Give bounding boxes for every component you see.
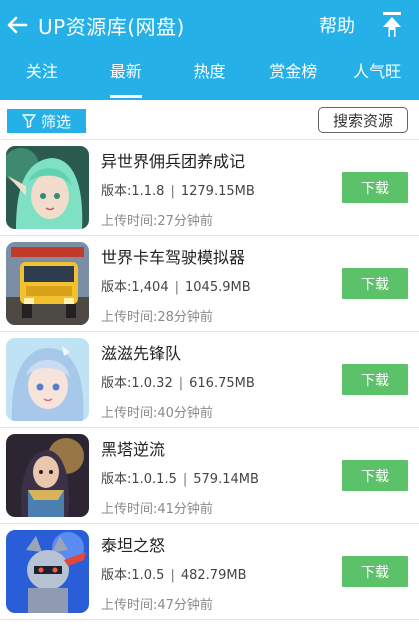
download-button[interactable]: 下载 <box>342 460 408 491</box>
back-arrow-icon[interactable] <box>2 10 32 40</box>
item-upload-time: 上传时间:40分钟前 <box>101 406 213 421</box>
item-meta: 版本:1.0.1.5 | 579.14MB <box>101 472 259 487</box>
item-meta: 版本:1.1.8 | 1279.15MB <box>101 184 255 199</box>
item-version: 版本:1,404 <box>101 280 169 295</box>
download-button[interactable]: 下载 <box>342 556 408 587</box>
item-name: 世界卡车驾驶模拟器 <box>101 248 246 267</box>
filter-bar: 筛选 搜索资源 <box>0 100 419 140</box>
app-header: UP资源库(网盘) 帮助 关注 最新 热度 赏金榜 人气旺 <box>0 0 419 100</box>
tab-label: 最新 <box>109 62 142 81</box>
item-name: 黑塔逆流 <box>101 440 166 459</box>
item-meta: 版本:1.0.32 | 616.75MB <box>101 376 255 391</box>
download-button[interactable]: 下载 <box>342 268 408 299</box>
truck-icon <box>6 242 89 325</box>
item-size: 579.14MB <box>193 472 259 487</box>
item-version: 版本:1.0.5 <box>101 568 165 583</box>
filter-button[interactable]: 筛选 <box>7 109 86 133</box>
tab-popular[interactable]: 人气旺 <box>335 50 419 100</box>
tab-latest[interactable]: 最新 <box>84 50 168 100</box>
tab-bounty[interactable]: 赏金榜 <box>251 50 335 100</box>
list-item[interactable]: 世界卡车驾驶模拟器 版本:1,404 | 1045.9MB 上传时间:28分钟前 下… <box>0 236 419 332</box>
armored-knight-icon <box>6 530 89 613</box>
tab-label: 人气旺 <box>353 62 402 81</box>
tab-follow[interactable]: 关注 <box>0 50 84 100</box>
item-version: 版本:1.1.8 <box>101 184 165 199</box>
item-meta: 版本:1,404 | 1045.9MB <box>101 280 251 295</box>
item-size: 482.79MB <box>180 568 247 583</box>
search-resource-button[interactable]: 搜索资源 <box>318 107 408 133</box>
list-item[interactable]: 泰坦之怒 版本:1.0.5 | 482.79MB 上传时间:47分钟前 下载 <box>0 524 419 620</box>
tab-label: 热度 <box>193 62 226 81</box>
item-size: 1045.9MB <box>185 280 251 295</box>
tab-bar: 关注 最新 热度 赏金榜 人气旺 <box>0 50 419 100</box>
filter-label: 筛选 <box>40 112 71 131</box>
item-size: 616.75MB <box>189 376 255 391</box>
funnel-icon <box>22 114 36 128</box>
item-version: 版本:1.0.32 <box>101 376 173 391</box>
list-item[interactable]: 滋滋先锋队 版本:1.0.32 | 616.75MB 上传时间:40分钟前 下载 <box>0 332 419 428</box>
item-upload-time: 上传时间:28分钟前 <box>101 310 213 325</box>
tab-label: 关注 <box>25 62 58 81</box>
dark-heroine-icon <box>6 434 89 517</box>
page-title: UP资源库(网盘) <box>38 14 185 39</box>
item-name: 滋滋先锋队 <box>101 344 182 363</box>
active-tab-indicator <box>109 95 142 98</box>
item-upload-time: 上传时间:47分钟前 <box>101 598 213 613</box>
anime-elf-icon <box>6 146 89 229</box>
item-size: 1279.15MB <box>180 184 255 199</box>
list-item[interactable]: 黑塔逆流 版本:1.0.1.5 | 579.14MB 上传时间:41分钟前 下载 <box>0 428 419 524</box>
item-name: 泰坦之怒 <box>101 536 166 555</box>
download-button[interactable]: 下载 <box>342 364 408 395</box>
anime-girl-icon <box>6 338 89 421</box>
item-upload-time: 上传时间:41分钟前 <box>101 502 213 517</box>
item-meta: 版本:1.0.5 | 482.79MB <box>101 568 247 583</box>
top-bar: UP资源库(网盘) 帮助 <box>0 0 419 50</box>
resource-list: 异世界佣兵团养成记 版本:1.1.8 | 1279.15MB 上传时间:27分钟前 … <box>0 140 419 620</box>
help-button[interactable]: 帮助 <box>319 12 355 38</box>
item-version: 版本:1.0.1.5 <box>101 472 177 487</box>
item-name: 异世界佣兵团养成记 <box>101 152 246 171</box>
download-button[interactable]: 下载 <box>342 172 408 203</box>
tab-label: 赏金榜 <box>269 62 318 81</box>
upload-icon[interactable] <box>379 11 405 39</box>
item-upload-time: 上传时间:27分钟前 <box>101 214 213 229</box>
list-item[interactable]: 异世界佣兵团养成记 版本:1.1.8 | 1279.15MB 上传时间:27分钟前 … <box>0 140 419 236</box>
tab-hot[interactable]: 热度 <box>168 50 252 100</box>
